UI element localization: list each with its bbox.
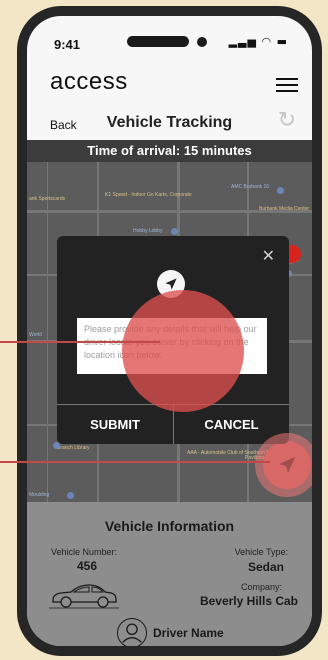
map-label: Burbank Media Center [259, 206, 310, 212]
cancel-button[interactable]: CANCEL [174, 405, 289, 444]
map-label: Branch Library [57, 445, 90, 451]
status-bar: 9:41 ▂▃▅ ◠ ▬ [27, 16, 312, 58]
page-title: Vehicle Tracking [106, 114, 233, 131]
signal-icon: ▂▃▅ [228, 35, 257, 48]
car-icon [49, 584, 119, 609]
map-label: K1 Speed - Indoor Go Karts, Corporate [105, 192, 192, 198]
status-time: 9:41 [54, 37, 81, 52]
driver-name: Driver Name [153, 626, 224, 640]
wifi-icon: ◠ [261, 35, 273, 48]
location-arrow-icon [165, 278, 177, 290]
location-details-dialog: ✕ SUBMIT CANCEL [57, 236, 289, 444]
user-icon [117, 618, 147, 646]
company-label: Company: [240, 582, 282, 592]
location-icon-badge[interactable] [157, 270, 185, 298]
map-label: Hobby Lobby [133, 228, 163, 234]
vehicle-info-panel: Vehicle Information Vehicle Number: 456 … [27, 502, 312, 646]
arrival-banner: Time of arrival: 15 minutes [27, 140, 312, 162]
app-screen: 9:41 ▂▃▅ ◠ ▬ access Back Vehicle Trackin… [27, 16, 312, 646]
locate-me-button[interactable] [263, 441, 311, 489]
vehicle-type-label: Vehicle Type: [234, 547, 288, 557]
brand-logo: access [50, 68, 128, 95]
submit-button[interactable]: SUBMIT [57, 405, 173, 444]
vehicle-info-title: Vehicle Information [104, 518, 235, 534]
map-label: World [29, 332, 42, 338]
refresh-icon[interactable]: ↻ [278, 108, 296, 133]
map-label: ank Sportscards [29, 196, 66, 202]
vehicle-number-label: Vehicle Number: [51, 547, 118, 557]
callout-line [0, 341, 160, 343]
map-pin [171, 228, 178, 235]
location-details-input[interactable] [77, 318, 267, 374]
hamburger-menu-icon[interactable] [276, 78, 298, 92]
notch-pill [127, 36, 189, 47]
map-pin [67, 492, 74, 499]
phone-frame: 9:41 ▂▃▅ ◠ ▬ access Back Vehicle Trackin… [17, 6, 322, 656]
camera-dot [197, 37, 207, 47]
status-icons: ▂▃▅ ◠ ▬ [229, 35, 288, 48]
vehicle-number-value: 456 [77, 559, 98, 573]
company-value: Beverly Hills Cab [199, 594, 298, 608]
map-pin [277, 187, 284, 194]
callout-line [0, 461, 270, 463]
vehicle-type-value: Sedan [247, 560, 284, 574]
location-arrow-icon [279, 457, 295, 473]
close-icon[interactable]: ✕ [262, 246, 275, 265]
map-label: Moulding [29, 492, 50, 498]
map-label: AMC Burbank 16 [231, 184, 270, 190]
battery-icon: ▬ [276, 35, 288, 48]
